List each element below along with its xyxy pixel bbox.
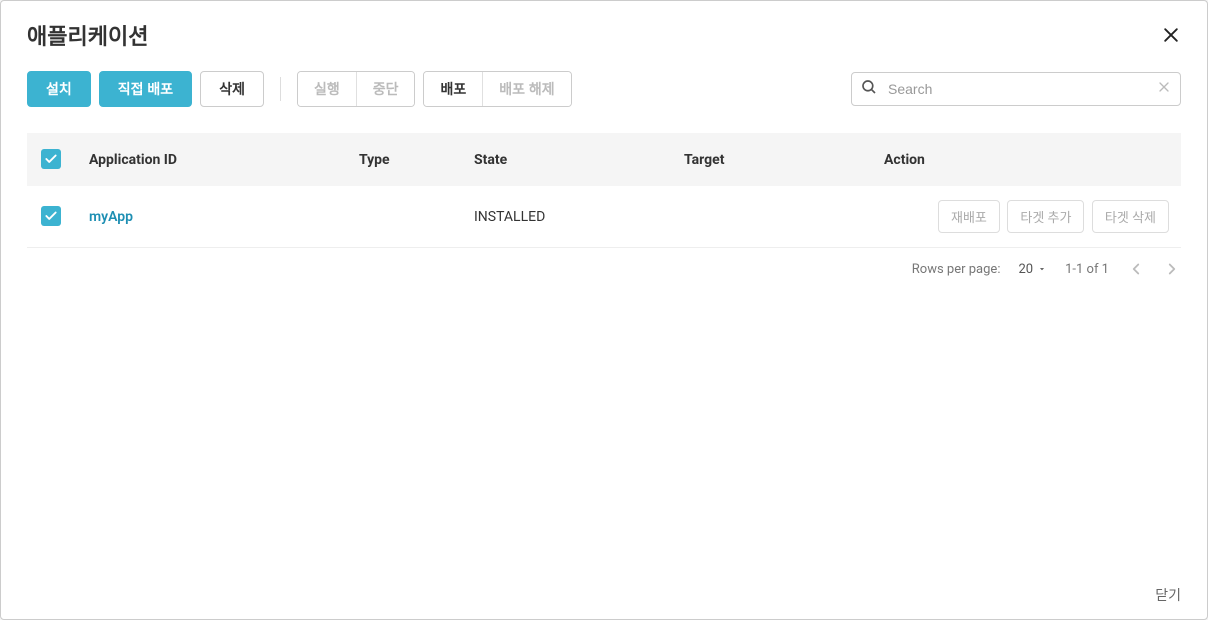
redeploy-button[interactable]: 재배포	[938, 200, 1000, 233]
cell-type	[347, 186, 462, 248]
col-header-state: State	[462, 133, 672, 186]
rows-per-page-select[interactable]: 20	[1018, 262, 1047, 277]
row-checkbox[interactable]	[41, 206, 61, 226]
modal-title: 애플리케이션	[27, 19, 148, 51]
cell-actions: 재배포 타겟 추가 타겟 삭제	[872, 186, 1181, 248]
col-header-app-id: Application ID	[77, 133, 347, 186]
applications-table-wrap: Application ID Type State Target Action …	[1, 119, 1207, 248]
table-header-row: Application ID Type State Target Action	[27, 133, 1181, 186]
application-modal: 애플리케이션 설치 직접 배포 삭제 실행 중단 배포 배포 해제	[0, 0, 1208, 620]
next-page-button[interactable]	[1163, 260, 1181, 278]
run-button[interactable]: 실행	[298, 72, 357, 106]
close-icon[interactable]	[1161, 25, 1181, 45]
cell-state: INSTALLED	[462, 186, 672, 248]
rows-per-page-value: 20	[1018, 262, 1033, 277]
modal-footer: 닫기	[1, 573, 1207, 619]
select-all-checkbox[interactable]	[41, 149, 61, 169]
undeploy-button[interactable]: 배포 해제	[483, 72, 570, 106]
caret-down-icon	[1037, 264, 1047, 274]
search-input[interactable]	[882, 77, 1156, 101]
applications-table: Application ID Type State Target Action …	[27, 133, 1181, 248]
col-header-type: Type	[347, 133, 462, 186]
col-header-target: Target	[672, 133, 872, 186]
search-icon	[860, 78, 878, 100]
direct-deploy-button[interactable]: 직접 배포	[99, 71, 192, 107]
prev-page-button[interactable]	[1127, 260, 1145, 278]
stop-button[interactable]: 중단	[357, 72, 415, 106]
deploy-group: 배포 배포 해제	[423, 71, 571, 107]
modal-header: 애플리케이션	[1, 1, 1207, 51]
app-id-link[interactable]: myApp	[89, 209, 133, 225]
clear-search-icon[interactable]	[1156, 79, 1172, 99]
search-box	[851, 72, 1181, 106]
pagination-range: 1-1 of 1	[1065, 262, 1109, 277]
table-row: myApp INSTALLED 재배포 타겟 추가 타겟 삭제	[27, 186, 1181, 248]
pagination: Rows per page: 20 1-1 of 1	[1, 248, 1207, 290]
run-stop-group: 실행 중단	[297, 71, 416, 107]
col-header-action: Action	[872, 133, 1181, 186]
toolbar-divider	[280, 77, 281, 101]
install-button[interactable]: 설치	[27, 71, 91, 107]
delete-button[interactable]: 삭제	[200, 71, 264, 107]
rows-per-page-label: Rows per page:	[912, 262, 1001, 277]
deploy-button[interactable]: 배포	[424, 72, 483, 106]
add-target-button[interactable]: 타겟 추가	[1007, 200, 1084, 233]
remove-target-button[interactable]: 타겟 삭제	[1092, 200, 1169, 233]
toolbar: 설치 직접 배포 삭제 실행 중단 배포 배포 해제	[1, 51, 1207, 119]
close-button[interactable]: 닫기	[1155, 585, 1181, 605]
cell-target	[672, 186, 872, 248]
